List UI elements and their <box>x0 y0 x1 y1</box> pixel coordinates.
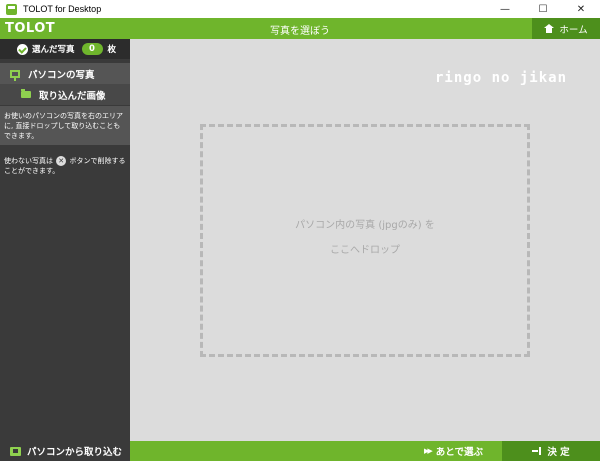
decide-button[interactable]: 決 定 <box>502 441 600 461</box>
window-title: TOLOT for Desktop <box>23 4 102 14</box>
import-button-label: パソコンから取り込む <box>27 447 123 458</box>
delete-tip-prefix: 使わない写真は <box>4 157 53 165</box>
drop-instruction-line-1: パソコン内の写真 (jpgのみ) を <box>295 220 435 231</box>
selected-count-badge: 0 <box>81 43 103 55</box>
home-icon <box>544 24 555 33</box>
folder-icon <box>21 89 31 98</box>
window-controls: — ☐ ✕ <box>486 0 600 18</box>
brand-text: ringo no jikan <box>435 70 568 86</box>
sidebar: 選んだ写真 0 枚 パソコンの写真 取り込んだ画像 お使いのパソコンの写真を右の… <box>0 39 130 441</box>
selected-photos-label: 選んだ写真 <box>32 45 75 55</box>
monitor-icon <box>10 69 20 81</box>
close-button[interactable]: ✕ <box>562 0 600 18</box>
minimize-button[interactable]: — <box>486 0 524 18</box>
window-titlebar: TOLOT for Desktop — ☐ ✕ <box>0 0 600 18</box>
close-circle-icon: ✕ <box>56 156 67 166</box>
choose-later-label: あとで選ぶ <box>435 447 483 458</box>
selected-unit-label: 枚 <box>107 45 117 55</box>
home-button[interactable]: ホーム <box>532 18 600 39</box>
decide-button-label: 決 定 <box>547 447 570 458</box>
choose-later-button[interactable]: ▶▶ あとで選ぶ <box>405 441 502 461</box>
check-icon <box>17 43 28 55</box>
app-header: TOLOT 写真を選ぼう ホーム <box>0 18 600 39</box>
sidebar-item-label: パソコンの写真 <box>28 69 95 81</box>
delete-tip: 使わない写真は ✕ ボタンで削除することができます。 <box>0 156 130 176</box>
drop-instruction-line-2: ここへドロップ <box>330 245 400 256</box>
app-icon <box>6 3 17 15</box>
sidebar-item-label: 取り込んだ画像 <box>39 90 106 102</box>
maximize-button[interactable]: ☐ <box>524 0 562 18</box>
sidebar-item-imported-images[interactable]: 取り込んだ画像 <box>0 84 130 105</box>
selected-photos-counter: 選んだ写真 0 枚 <box>0 39 130 59</box>
drop-instructions: パソコン内の写真 (jpgのみ) を ここへドロップ <box>203 213 527 263</box>
import-icon <box>10 446 21 456</box>
page-title: 写真を選ぼう <box>270 26 330 37</box>
enter-icon <box>532 447 542 455</box>
photo-drop-area[interactable]: ringo no jikan パソコン内の写真 (jpgのみ) を ここへドロッ… <box>130 39 600 441</box>
sidebar-item-pc-photos[interactable]: パソコンの写真 <box>0 63 130 84</box>
fast-forward-icon: ▶▶ <box>424 447 433 455</box>
app-logo: TOLOT <box>5 21 56 36</box>
import-from-pc-button[interactable]: パソコンから取り込む <box>0 441 130 461</box>
drop-zone[interactable]: パソコン内の写真 (jpgのみ) を ここへドロップ <box>200 124 530 357</box>
footer-bar: パソコンから取り込む ▶▶ あとで選ぶ 決 定 <box>0 441 600 461</box>
drop-info-text: お使いのパソコンの写真を右のエリアに, 直接ドロップして取り込むこともできます。 <box>0 106 130 145</box>
home-button-label: ホーム <box>559 24 588 36</box>
